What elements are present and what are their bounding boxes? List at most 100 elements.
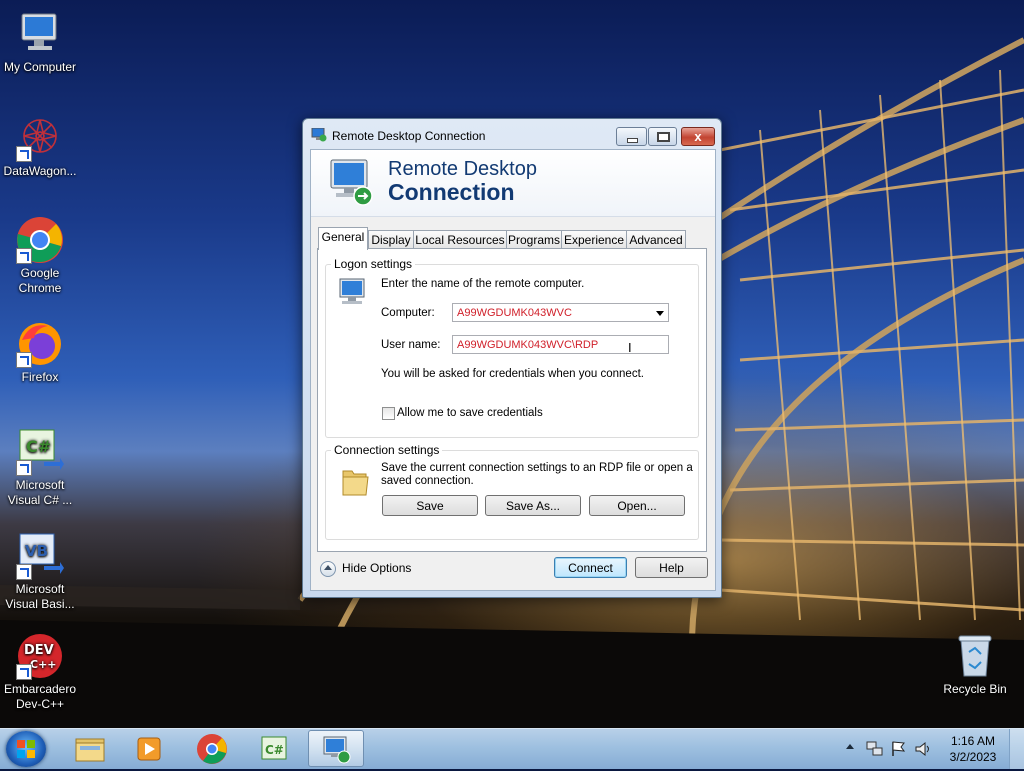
chevron-down-icon[interactable] [656,311,664,316]
chrome-icon [197,734,227,764]
taskbar-remote-desktop[interactable] [308,730,364,767]
visual-basic-icon: VB [16,532,64,580]
windows-logo-icon [17,740,35,758]
show-desktop-button[interactable] [1009,729,1024,769]
folder-icon [340,465,370,497]
tab-panel-general: Logon settings Enter the name of the rem… [317,248,707,552]
tray-expand-icon[interactable] [846,744,854,749]
desktop-icon-label: Google Chrome [18,266,62,295]
shortcut-arrow-icon [16,146,32,162]
open-button[interactable]: Open... [589,495,685,516]
save-as-button[interactable]: Save As... [485,495,581,516]
logon-settings-group: Logon settings Enter the name of the rem… [325,257,699,438]
visual-csharp-icon: C# [16,428,64,476]
shortcut-arrow-icon [16,664,32,680]
minimize-button[interactable] [616,127,647,146]
close-button[interactable]: x [681,127,715,146]
shortcut-arrow-icon [16,460,32,476]
volume-icon[interactable] [914,740,932,758]
banner-title-line2: Connection [388,179,515,205]
chrome-icon [16,216,64,264]
desktop-icon-visual-csharp[interactable]: C# Microsoft Visual C# ... [0,428,80,508]
computer-combobox[interactable]: A99WGDUMK043WVC [452,303,669,322]
close-icon: x [694,129,702,144]
desktop-icon-visual-basic[interactable]: VB Microsoft Visual Basi... [0,532,80,612]
firefox-icon [16,320,64,368]
desktop-icon-label: DataWagon... [3,164,77,178]
connect-button[interactable]: Connect [554,557,627,578]
svg-text:C++: C++ [30,658,57,671]
remote-desktop-icon [323,736,351,764]
connection-description-line2: saved connection. [381,475,474,487]
taskbar-visual-csharp[interactable]: C# [246,730,302,767]
visual-csharp-icon: C# [261,736,287,760]
computer-icon [16,10,64,58]
computer-value: A99WGDUMK043WVC [457,307,572,319]
devcpp-icon: DEV C++ [16,632,64,680]
desktop-icon-my-computer[interactable]: My Computer [0,10,80,75]
hide-options-label[interactable]: Hide Options [342,561,411,575]
taskbar: C# 1:16 AM 3/2/2023 [0,728,1024,769]
save-button[interactable]: Save [382,495,478,516]
media-player-icon [137,737,161,761]
desktop-icon-firefox[interactable]: Firefox [0,320,80,385]
tab-general[interactable]: General [318,227,368,250]
desktop-icon-devcpp[interactable]: DEV C++ Embarcadero Dev-C++ [0,632,80,712]
tab-advanced[interactable]: Advanced [626,230,686,249]
computer-user-icon [336,277,370,309]
tab-programs[interactable]: Programs [506,230,562,249]
desktop-icon-datawagon[interactable]: DataWagon... [0,114,80,179]
text-cursor-icon: I [628,340,632,355]
banner: Remote Desktop Connection [311,150,715,217]
title-bar[interactable]: Remote Desktop Connection x [303,119,721,149]
maximize-button[interactable] [648,127,677,146]
start-button[interactable] [6,731,46,767]
svg-text:DEV: DEV [24,643,54,658]
window-client: Remote Desktop Connection General Displa… [310,149,716,591]
desktop-icon-chrome[interactable]: Google Chrome [0,216,80,296]
desktop-icon-recycle-bin[interactable]: Recycle Bin [935,632,1015,697]
tab-local-resources[interactable]: Local Resources [413,230,507,249]
logon-instruction: Enter the name of the remote computer. [381,278,585,290]
recycle-bin-icon [951,632,999,680]
rdc-title-icon [311,127,327,142]
username-field[interactable]: A99WGDUMK043WVC\RDP I [452,335,669,355]
connection-settings-label: Connection settings [331,443,443,457]
datawagon-icon [16,114,64,162]
computer-label: Computer: [381,307,435,319]
desktop-icon-label: Firefox [21,370,59,384]
shortcut-arrow-icon [16,564,32,580]
remote-desktop-icon [327,156,377,208]
username-label: User name: [381,339,441,351]
tab-display[interactable]: Display [368,230,414,249]
folder-icon [75,738,105,762]
hide-options-chevron-up-icon[interactable] [320,561,336,577]
network-icon[interactable] [866,740,884,758]
window-title: Remote Desktop Connection [332,129,486,143]
taskbar-media-player[interactable] [122,730,178,767]
clock-date: 3/2/2023 [949,750,997,764]
help-button[interactable]: Help [635,557,708,578]
desktop-icon-label: My Computer [3,60,77,74]
shortcut-arrow-icon [16,248,32,264]
desktop-icon-label: Embarcadero Dev-C++ [3,682,77,711]
rdc-window: Remote Desktop Connection x Remote Deskt… [302,118,722,598]
desktop-icon-label: Recycle Bin [943,682,1007,696]
banner-title-line1: Remote Desktop [388,158,537,180]
taskbar-explorer[interactable] [62,730,118,767]
clock[interactable]: 1:16 AM 3/2/2023 [940,733,1006,765]
tab-area: General Display Local Resources Programs… [311,217,715,590]
save-credentials-label[interactable]: Allow me to save credentials [397,407,543,419]
connection-settings-group: Connection settings Save the current con… [325,443,699,540]
logon-settings-label: Logon settings [331,257,416,271]
svg-text:C#: C# [265,743,284,757]
taskbar-chrome[interactable] [184,730,240,767]
save-credentials-checkbox[interactable] [382,407,395,420]
connection-description-line1: Save the current connection settings to … [381,462,693,474]
clock-time: 1:16 AM [950,734,996,748]
tab-experience[interactable]: Experience [561,230,627,249]
svg-text:VB: VB [25,542,48,560]
desktop: My Computer DataWagon... Google Chrome F… [0,0,1024,728]
flag-icon[interactable] [890,740,908,758]
desktop-icon-label: Microsoft Visual Basi... [5,582,75,611]
